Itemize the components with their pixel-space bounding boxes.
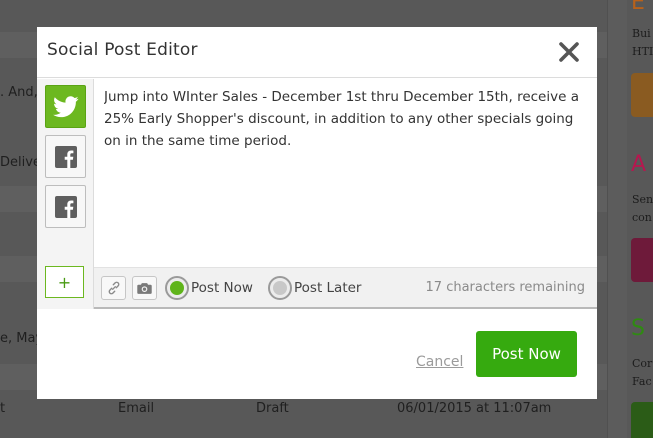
cancel-link[interactable]: Cancel (416, 354, 463, 370)
post-text-input[interactable]: Jump into WInter Sales - December 1st th… (104, 86, 584, 266)
background-cell: t (0, 401, 6, 416)
sidebar-heading: E (631, 0, 645, 15)
post-editor: + Jump into WInter Sales - December 1st … (37, 79, 597, 309)
account-facebook-button[interactable] (45, 135, 86, 178)
post-now-option[interactable]: Post Now (165, 276, 253, 300)
background-scrollbar (607, 0, 627, 438)
background-cell: Draft (256, 401, 289, 416)
post-later-label: Post Later (294, 280, 362, 296)
account-facebook-button[interactable] (45, 185, 86, 228)
sidebar-text: HTI (632, 45, 653, 58)
radio-selected-dot (170, 281, 184, 295)
attach-link-button[interactable] (101, 276, 126, 300)
sidebar-text: Bui (632, 27, 651, 40)
modal-header: Social Post Editor (37, 27, 597, 78)
attach-photo-button[interactable] (132, 276, 157, 300)
sidebar-button (631, 73, 653, 117)
modal-footer: Cancel Post Now (37, 309, 597, 399)
post-now-button[interactable]: Post Now (476, 331, 577, 377)
close-button[interactable] (557, 40, 581, 64)
post-now-label: Post Now (191, 280, 253, 296)
post-now-radio[interactable] (165, 276, 189, 300)
close-icon (559, 42, 579, 62)
background-sidebar: E Bui HTI A Sen con S Cor Fac (627, 0, 653, 438)
sidebar-button (631, 238, 653, 282)
camera-icon (137, 282, 152, 294)
post-later-radio[interactable] (268, 276, 292, 300)
facebook-icon (54, 145, 77, 168)
facebook-icon (54, 195, 77, 218)
background-cell: 06/01/2015 at 11:07am (397, 401, 552, 416)
link-icon (108, 281, 119, 295)
add-account-button[interactable]: + (45, 266, 84, 298)
twitter-icon (52, 95, 79, 117)
modal-title: Social Post Editor (47, 40, 198, 60)
sidebar-text: Cor (632, 357, 653, 370)
characters-remaining: 17 characters remaining (425, 280, 585, 295)
background-cell: Email (118, 401, 155, 416)
post-toolbar: Post Now Post Later 17 characters remain… (94, 267, 597, 309)
radio-unselected-dot (273, 281, 287, 295)
sidebar-text: Fac (632, 375, 652, 388)
sidebar-heading: A (631, 152, 647, 177)
sidebar-text: Sen (632, 193, 653, 206)
social-post-editor-modal: Social Post Editor + Jump into WInter Sa… (37, 27, 597, 399)
account-twitter-button[interactable] (45, 85, 86, 128)
background-text: . And, (0, 85, 38, 100)
sidebar-text: con (632, 211, 652, 224)
sidebar-heading: S (631, 316, 645, 341)
account-selector: + (37, 79, 94, 309)
sidebar-button (631, 402, 653, 438)
post-later-option[interactable]: Post Later (268, 276, 361, 300)
